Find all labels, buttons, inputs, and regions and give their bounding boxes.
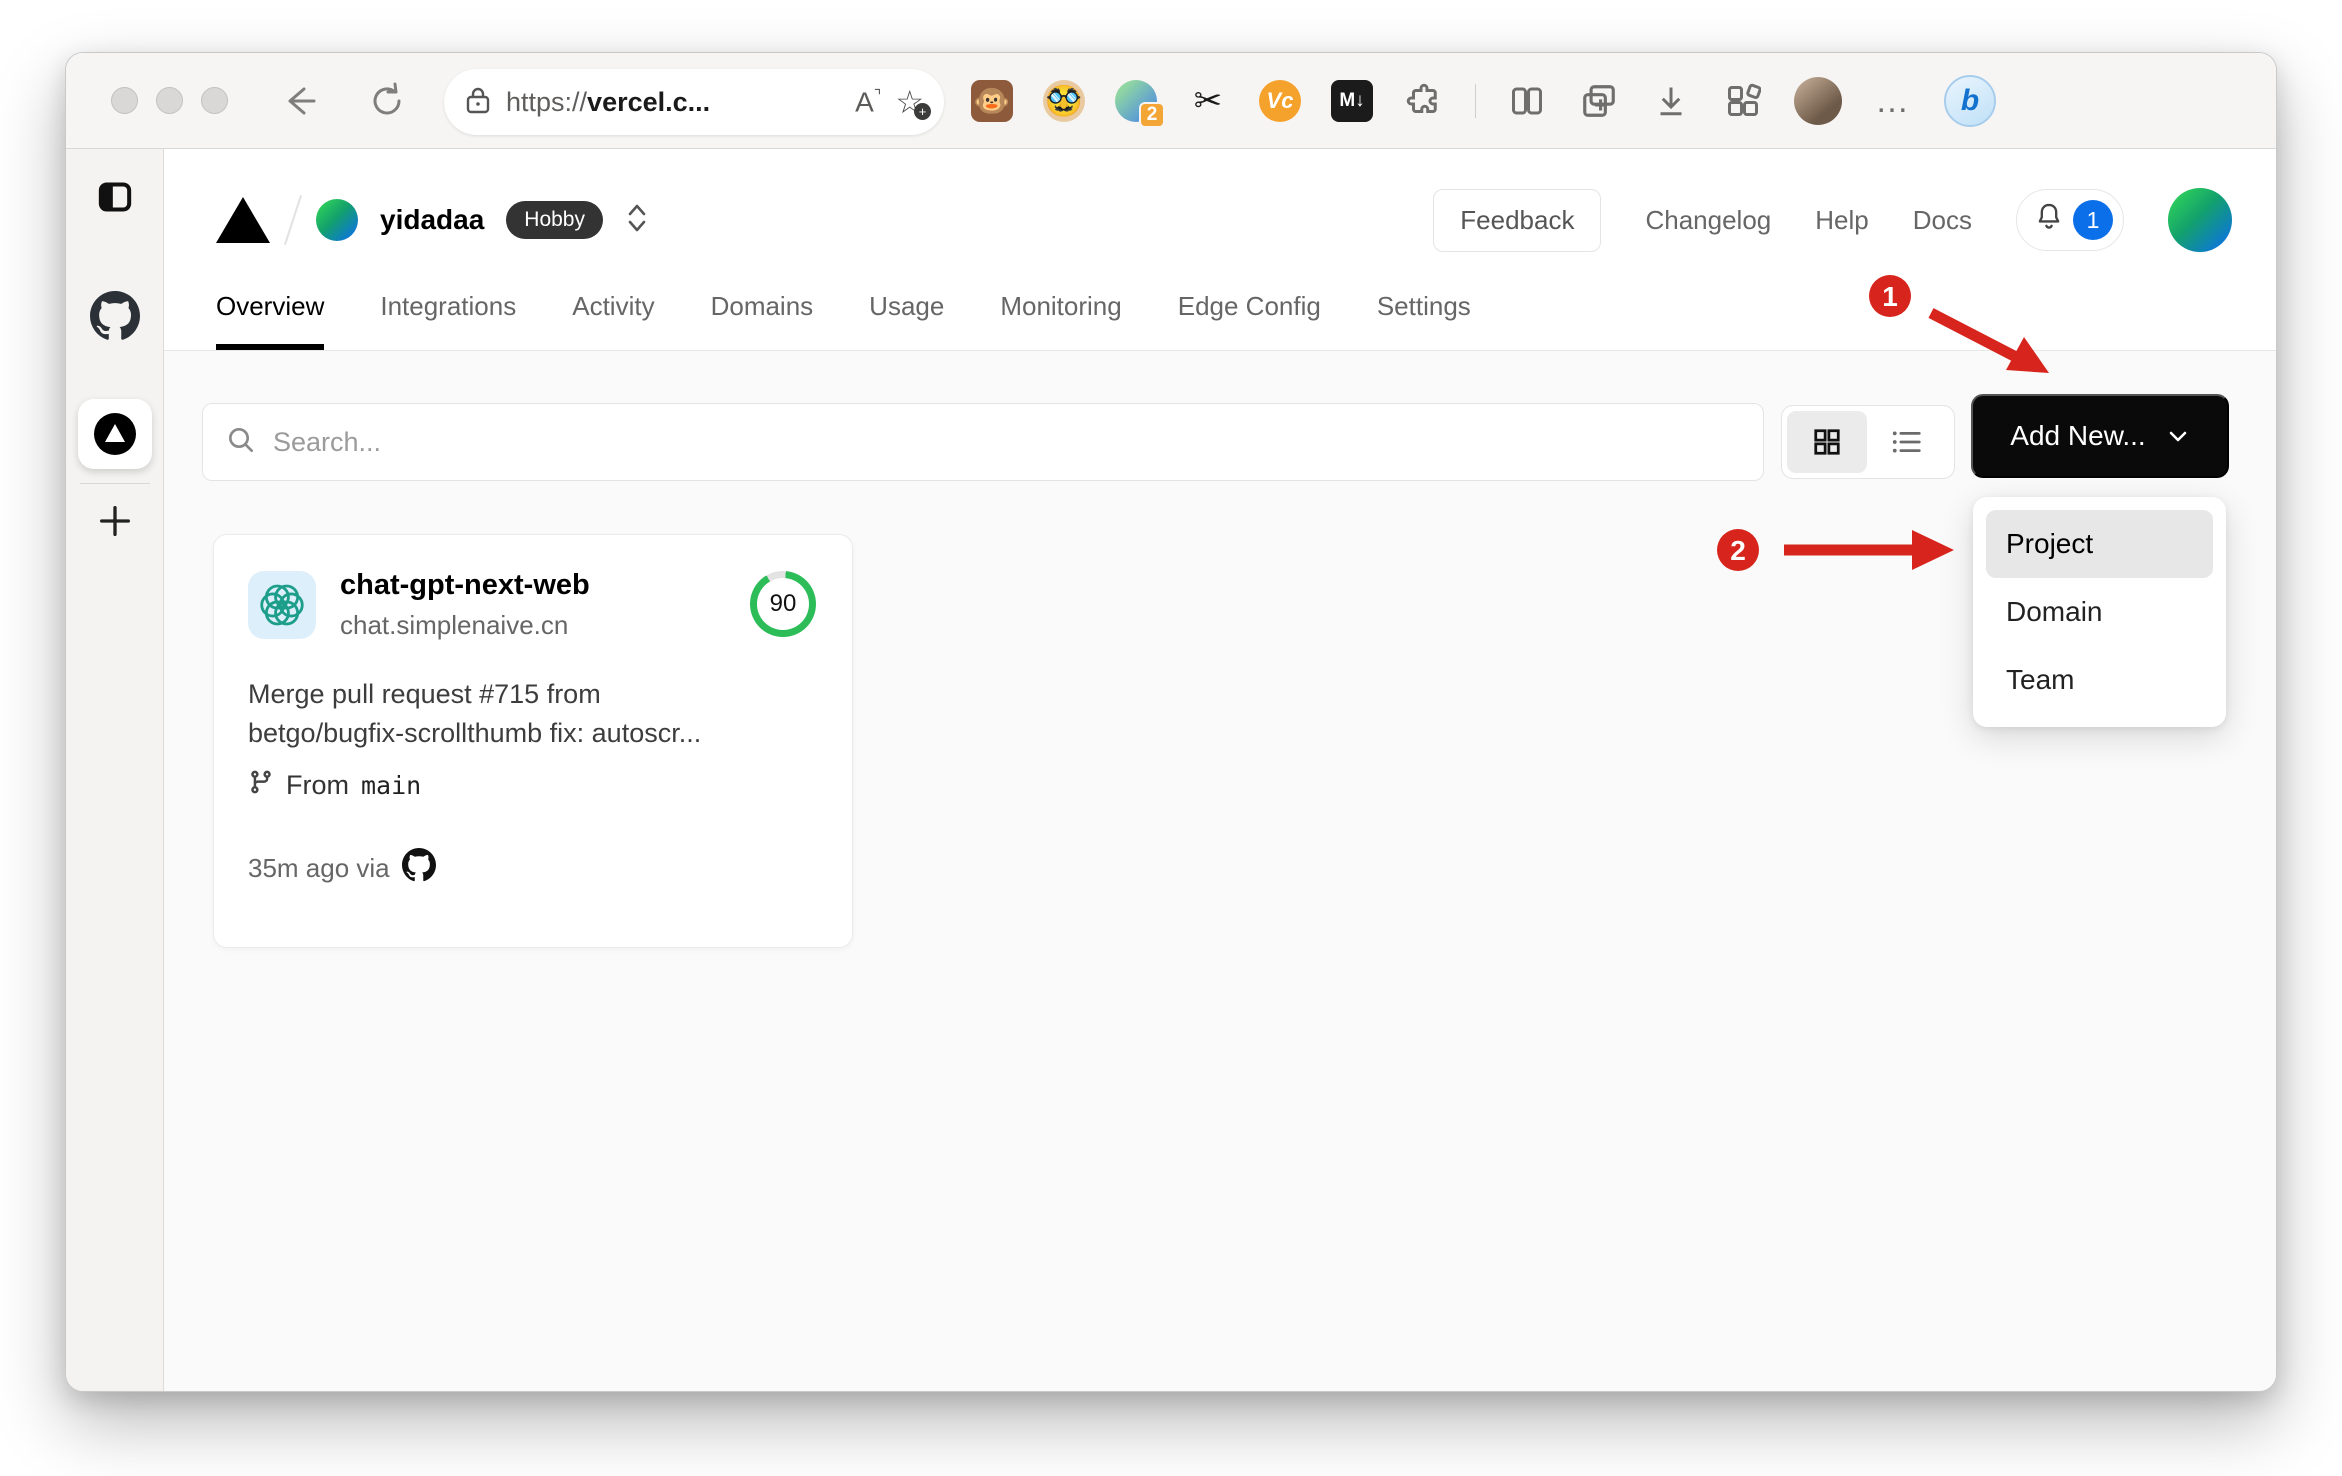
nav-tabs: Overview Integrations Activity Domains U… — [216, 291, 1471, 350]
team-name[interactable]: yidadaa — [380, 204, 484, 236]
extensions-puzzle-icon[interactable] — [1403, 80, 1445, 122]
split-screen-icon[interactable] — [1506, 80, 1548, 122]
chevron-down-icon — [2169, 431, 2187, 442]
search-icon — [225, 424, 257, 461]
close-window-button[interactable] — [111, 87, 138, 114]
github-icon — [401, 848, 436, 889]
changelog-link[interactable]: Changelog — [1645, 205, 1771, 236]
project-domain[interactable]: chat.simplenaive.cn — [340, 610, 590, 641]
user-avatar[interactable] — [2168, 188, 2232, 252]
vc-extension-icon[interactable]: Vc — [1259, 80, 1301, 122]
notifications-button[interactable]: 1 — [2016, 189, 2124, 251]
tab-monitoring[interactable]: Monitoring — [1000, 291, 1121, 350]
toolbar-divider — [1475, 84, 1476, 118]
browser-toolbar: https://vercel.c... A⌝ ☆+ 🐵 🥸 2 ✂ Vc M↓ — [66, 53, 2276, 149]
add-new-button[interactable]: Add New... — [1971, 394, 2229, 478]
commit-message: Merge pull request #715 from betgo/bugfi… — [248, 679, 702, 749]
score-value: 90 — [757, 578, 809, 630]
menu-item-domain[interactable]: Domain — [1986, 578, 2213, 646]
view-toggle — [1781, 405, 1955, 479]
tab-edge-config[interactable]: Edge Config — [1178, 291, 1321, 350]
traffic-lights — [111, 87, 228, 114]
markdown-extension-icon[interactable]: M↓ — [1331, 80, 1373, 122]
tab-settings[interactable]: Settings — [1377, 291, 1471, 350]
zoom-window-button[interactable] — [201, 87, 228, 114]
tab-activity[interactable]: Activity — [572, 291, 654, 350]
help-link[interactable]: Help — [1815, 205, 1868, 236]
browser-sidebar — [66, 149, 164, 1391]
openai-logo-icon — [248, 571, 316, 639]
scissors-extension-icon[interactable]: ✂ — [1187, 80, 1229, 122]
profile-avatar[interactable] — [1794, 77, 1842, 125]
toggle-sidebar-icon[interactable] — [66, 177, 164, 217]
tab-domains[interactable]: Domains — [711, 291, 814, 350]
header-actions: Feedback Changelog Help Docs 1 — [1433, 185, 2232, 255]
plan-badge: Hobby — [506, 201, 603, 239]
tab-overview[interactable]: Overview — [216, 291, 325, 350]
sidebar-divider — [80, 483, 150, 484]
read-aloud-icon[interactable]: A⌝ — [855, 86, 881, 118]
avatar-extension-icon[interactable]: 🥸 — [1043, 80, 1085, 122]
vercel-tab-icon[interactable] — [78, 399, 152, 469]
list-view-button[interactable] — [1867, 411, 1947, 473]
more-menu-icon[interactable]: … — [1872, 80, 1914, 122]
browser-window: https://vercel.c... A⌝ ☆+ 🐵 🥸 2 ✂ Vc M↓ — [65, 52, 2277, 1392]
extension-icons: 🐵 🥸 2 ✂ Vc M↓ … b — [971, 53, 1996, 149]
tab-vercel-active[interactable] — [66, 399, 164, 469]
menu-item-team[interactable]: Team — [1986, 646, 2213, 714]
url-text: https://vercel.c... — [506, 86, 711, 117]
search-box[interactable] — [202, 403, 1764, 481]
grid-view-button[interactable] — [1787, 411, 1867, 473]
tampermonkey-extension-icon[interactable]: 🐵 — [971, 80, 1013, 122]
docs-link[interactable]: Docs — [1913, 205, 1972, 236]
vercel-header: yidadaa Hobby Feedback Changelog Help Do… — [164, 149, 2276, 351]
project-card[interactable]: chat-gpt-next-web chat.simplenaive.cn 90… — [213, 534, 853, 948]
proxy-badge: 2 — [1139, 102, 1165, 128]
team-switcher-icon[interactable] — [625, 201, 649, 240]
proxy-extension-icon[interactable]: 2 — [1115, 80, 1165, 128]
team-avatar[interactable] — [316, 199, 358, 241]
search-input[interactable] — [273, 426, 1741, 458]
menu-item-project[interactable]: Project — [1986, 510, 2213, 578]
lock-icon — [464, 85, 492, 120]
apps-grid-icon[interactable] — [1722, 80, 1764, 122]
tab-github-icon[interactable] — [66, 291, 164, 341]
branch-row: From main — [248, 769, 818, 802]
collections-icon[interactable] — [1578, 80, 1620, 122]
breadcrumb-slash — [284, 194, 302, 246]
feedback-button[interactable]: Feedback — [1433, 188, 1602, 252]
branch-name: main — [361, 771, 422, 801]
refresh-icon[interactable] — [366, 80, 408, 127]
deployment-meta: 35m ago via — [248, 848, 818, 889]
add-new-dropdown: Project Domain Team — [1973, 497, 2226, 727]
address-bar[interactable]: https://vercel.c... A⌝ ☆ + — [444, 69, 944, 135]
notification-count-badge: 1 — [2073, 200, 2113, 240]
score-ring[interactable]: 90 — [750, 571, 816, 637]
downloads-icon[interactable] — [1650, 80, 1692, 122]
add-favorite-icon[interactable]: ☆ + — [895, 83, 931, 121]
bell-icon — [2033, 201, 2065, 240]
vercel-logo-icon[interactable] — [216, 197, 270, 243]
tab-usage[interactable]: Usage — [869, 291, 944, 350]
bing-chat-icon[interactable]: b — [1944, 75, 1996, 127]
git-branch-icon — [248, 769, 274, 802]
minimize-window-button[interactable] — [156, 87, 183, 114]
new-tab-icon[interactable] — [66, 501, 164, 541]
back-icon[interactable] — [278, 81, 318, 126]
project-name[interactable]: chat-gpt-next-web — [340, 569, 590, 602]
tab-integrations[interactable]: Integrations — [380, 291, 516, 350]
breadcrumb: yidadaa Hobby — [216, 185, 649, 255]
